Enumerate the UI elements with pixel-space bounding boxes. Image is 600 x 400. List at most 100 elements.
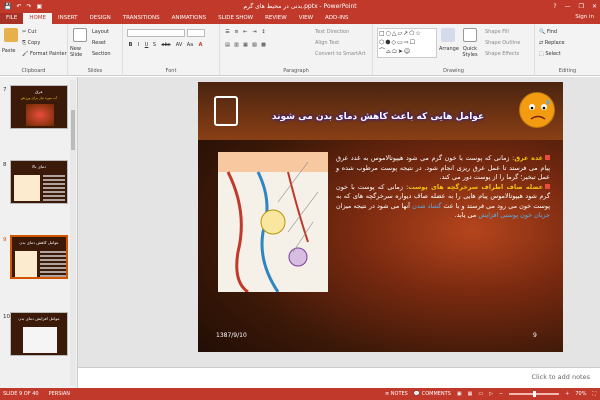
copy-button[interactable]: ⎘ Copy	[22, 40, 40, 46]
tab-home[interactable]: HOME	[23, 13, 53, 24]
strikethrough-button[interactable]: abc	[160, 42, 172, 49]
highlight-dilation: گشاد شدن	[412, 201, 442, 210]
cut-button[interactable]: ✂ Cut	[22, 29, 36, 35]
window-controls: ? — ❐ ✕	[553, 0, 597, 12]
highlight-sweat-gland: غده عرق	[514, 154, 544, 162]
notes-toggle[interactable]: ≡ NOTES	[385, 391, 408, 397]
decrease-indent-icon[interactable]: ⇤	[242, 29, 249, 36]
replace-button[interactable]: ⇄ Replace	[539, 40, 565, 46]
new-slide-icon[interactable]	[73, 28, 87, 42]
align-text-button[interactable]: Align Text	[315, 40, 339, 46]
align-center-icon[interactable]: ▥	[233, 42, 240, 49]
help-button[interactable]: ?	[553, 3, 556, 10]
notes-placeholder[interactable]: Click to add notes	[532, 373, 590, 381]
shape-fill-button[interactable]: Shape Fill	[485, 29, 509, 35]
shape-outline-button[interactable]: Shape Outline	[485, 40, 520, 46]
bullets-icon[interactable]: ☰	[224, 29, 231, 36]
slide-body-text[interactable]: غده عرق: زمانی که پوست با خون گرم می شود…	[336, 154, 551, 221]
tab-slide-show[interactable]: SLIDE SHOW	[212, 13, 259, 24]
minimize-button[interactable]: —	[565, 3, 571, 10]
scrollbar-thumb[interactable]	[71, 110, 75, 150]
slideshow-icon[interactable]: ▷	[489, 391, 493, 397]
slide-thumbnail-8[interactable]: دمای بالا	[10, 160, 68, 204]
columns-icon[interactable]: ▩	[260, 42, 267, 49]
quick-styles-button[interactable]: Quick Styles	[459, 46, 481, 58]
new-slide-button[interactable]: New Slide	[70, 46, 90, 58]
status-bar: SLIDE 9 OF 40 PERSIAN ≡ NOTES 💬 COMMENTS…	[0, 388, 600, 400]
font-group: B I U S abc AV Aa A Font	[123, 24, 220, 76]
comments-toggle[interactable]: 💬 COMMENTS	[414, 391, 451, 397]
char-spacing-button[interactable]: AV	[174, 42, 184, 49]
bullet-icon	[545, 183, 550, 189]
font-size-combo[interactable]	[187, 29, 205, 37]
line-spacing-icon[interactable]: ↕	[260, 29, 267, 36]
arrange-icon[interactable]	[441, 28, 455, 42]
zoom-in-button[interactable]: +	[565, 391, 569, 397]
paste-icon[interactable]	[4, 28, 18, 42]
maximize-button[interactable]: ❐	[579, 3, 584, 10]
convert-smartart-button[interactable]: Convert to SmartArt	[315, 51, 366, 57]
section-button[interactable]: Section	[92, 51, 111, 57]
numbering-icon[interactable]: ≡	[233, 29, 240, 36]
tab-view[interactable]: VIEW	[293, 13, 319, 24]
current-slide[interactable]: عوامل هایی که باعث کاهش دمای بدن می شوند	[198, 82, 563, 352]
highlight-blood-flow: جریان خون پوستی افزایش	[478, 211, 550, 219]
smooth-muscle-text-3: می یابد.	[454, 211, 477, 219]
thumbnail-image	[23, 327, 57, 353]
sweating-face-icon	[519, 92, 555, 128]
slide-thumbnail-7[interactable]: عرق آب مورد نیاز برای ورزش	[10, 85, 68, 129]
clipboard-group: Paste ✂ Cut ⎘ Copy 🖌 Format Painter Clip…	[0, 24, 68, 76]
select-button[interactable]: ⬚ Select	[539, 51, 561, 57]
tab-insert[interactable]: INSERT	[52, 13, 83, 24]
change-case-button[interactable]: Aa	[185, 42, 195, 49]
tab-animations[interactable]: ANIMATIONS	[166, 13, 213, 24]
paragraph-smooth-muscle: عضله صاف اطراف سرخرگچه های پوست: زمانی ک…	[336, 183, 550, 221]
slide-sorter-icon[interactable]: ▦	[468, 391, 473, 397]
shapes-gallery[interactable]: □○△▱↗⬠☆ ⬡⬢◇▭⇨☐ ⌒⌓⬭➤☺	[377, 28, 437, 58]
language-indicator[interactable]: PERSIAN	[49, 391, 70, 397]
zoom-slider-handle[interactable]	[533, 391, 537, 397]
font-name-combo[interactable]	[127, 29, 185, 37]
tab-file[interactable]: FILE	[0, 13, 24, 24]
notes-pane[interactable]: Click to add notes	[78, 367, 600, 388]
ribbon-tabs: FILE HOME INSERT DESIGN TRANSITIONS ANIM…	[0, 12, 600, 24]
arrange-button[interactable]: Arrange	[439, 46, 459, 52]
slides-label: Slides	[87, 68, 103, 74]
align-left-icon[interactable]: ▤	[224, 42, 231, 49]
text-direction-button[interactable]: Text Direction	[315, 29, 349, 35]
format-painter-button[interactable]: 🖌 Format Painter	[22, 51, 67, 57]
tab-transitions[interactable]: TRANSITIONS	[117, 13, 166, 24]
thumbnail-number: 9	[3, 237, 7, 243]
tab-add-ins[interactable]: ADD-INS	[319, 13, 354, 24]
slide-thumbnail-9[interactable]: عوامل کاهش دمای بدن	[10, 235, 68, 279]
slide-title[interactable]: عوامل هایی که باعث کاهش دمای بدن می شوند	[258, 112, 498, 122]
reset-button[interactable]: Reset	[92, 40, 106, 46]
italic-button[interactable]: I	[135, 42, 142, 49]
shape-effects-button[interactable]: Shape Effects	[485, 51, 519, 57]
zoom-level[interactable]: 70%	[575, 391, 586, 397]
close-button[interactable]: ✕	[592, 3, 597, 10]
increase-indent-icon[interactable]: ⇥	[251, 29, 258, 36]
zoom-slider[interactable]	[509, 391, 560, 397]
tab-review[interactable]: REVIEW	[259, 13, 293, 24]
slide-thumbnail-10[interactable]: عوامل افزایش دمای بدن	[10, 312, 68, 356]
underline-button[interactable]: U	[143, 42, 150, 49]
thumbnail-subtitle: آب مورد نیاز برای ورزش	[20, 96, 58, 100]
paste-button[interactable]: Paste	[2, 48, 16, 54]
shadow-button[interactable]: S	[151, 42, 158, 49]
font-color-button[interactable]: A	[197, 42, 204, 49]
normal-view-icon[interactable]: ▣	[457, 391, 462, 397]
justify-icon[interactable]: ▧	[251, 42, 258, 49]
quick-styles-icon[interactable]	[463, 28, 477, 42]
find-button[interactable]: 🔍 Find	[539, 29, 557, 35]
layout-button[interactable]: Layout	[92, 29, 109, 35]
zoom-out-button[interactable]: −	[499, 391, 503, 397]
bold-button[interactable]: B	[127, 42, 134, 49]
sign-in-link[interactable]: Sign in	[575, 14, 594, 20]
fit-slide-icon[interactable]: ⛶	[592, 391, 596, 397]
thumbnail-text-lines	[40, 251, 66, 277]
align-right-icon[interactable]: ▦	[242, 42, 249, 49]
reading-view-icon[interactable]: ▭	[478, 391, 483, 397]
thumbnails-scrollbar[interactable]	[70, 80, 76, 386]
tab-design[interactable]: DESIGN	[84, 13, 117, 24]
